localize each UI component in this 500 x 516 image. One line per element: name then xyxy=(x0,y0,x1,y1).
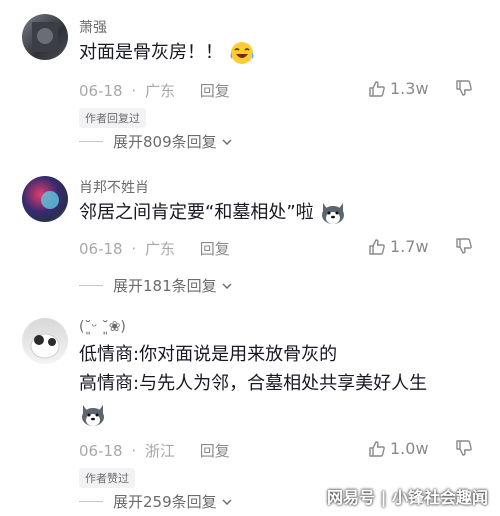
comment-meta: 06-18 · 广东 回复 xyxy=(79,80,234,101)
laughing-tears-emoji xyxy=(230,42,254,64)
thumbs-down-icon xyxy=(456,80,472,96)
avatar-image xyxy=(32,22,58,52)
comment-date: 06-18 xyxy=(79,442,123,460)
like-count: 1.3w xyxy=(390,79,429,98)
comment-text-content: 对面是骨灰房！！ xyxy=(79,42,223,63)
author-replied-tag: 作者回复过 xyxy=(79,108,146,128)
husky-dog-emoji xyxy=(82,405,104,426)
like-button[interactable]: 1.0w xyxy=(368,439,429,458)
chevron-down-icon xyxy=(222,139,232,145)
comment-item: 萧强 对面是骨灰房！！ 06-18 · 广东 回复 1.3w 作者回复过 展开8… xyxy=(0,0,500,160)
comment-item: 肖邦不姓肖 邻居之间肯定要“和墓相处”啦 06-18 · 广东 回复 1.7w … xyxy=(0,160,500,305)
expand-replies-button[interactable]: 展开259条回复 xyxy=(79,491,233,512)
reply-button[interactable]: 回复 xyxy=(200,240,230,258)
comment-username[interactable]: (˘͈ᵕ ˘͈❀) xyxy=(79,319,126,335)
chevron-down-icon xyxy=(222,499,232,505)
thumbs-down-icon xyxy=(456,440,472,456)
reply-button[interactable]: 回复 xyxy=(200,82,230,100)
expand-divider xyxy=(79,141,103,142)
watermark: 网易号 | 小锋社会趣闻 xyxy=(327,488,488,507)
comment-username[interactable]: 肖邦不姓肖 xyxy=(79,177,149,197)
comment-meta: 06-18 · 浙江 回复 xyxy=(79,440,234,461)
comment-text-line-2: 高情商:与先人为邻，合墓相处共享美好人生 xyxy=(79,373,428,394)
avatar[interactable] xyxy=(22,176,68,222)
comment-date: 06-18 xyxy=(79,240,123,258)
author-liked-tag: 作者赞过 xyxy=(79,468,135,488)
comment-dot: · xyxy=(131,442,137,460)
dislike-button[interactable] xyxy=(455,237,473,259)
comment-text-content: 邻居之间肯定要“和墓相处”啦 xyxy=(79,202,314,223)
comment-meta: 06-18 · 广东 回复 xyxy=(79,238,234,259)
comment-dot: · xyxy=(131,82,137,100)
expand-replies-label: 展开809条回复 xyxy=(113,133,217,151)
like-button[interactable]: 1.3w xyxy=(368,79,429,98)
expand-replies-label: 展开181条回复 xyxy=(113,277,217,295)
comment-date: 06-18 xyxy=(79,82,123,100)
avatar-image xyxy=(41,191,59,209)
avatar[interactable] xyxy=(22,318,68,364)
avatar-image xyxy=(30,333,60,359)
comment-location: 浙江 xyxy=(144,442,175,460)
like-count: 1.0w xyxy=(390,439,429,458)
comment-username[interactable]: 萧强 xyxy=(79,17,107,37)
expand-replies-button[interactable]: 展开181条回复 xyxy=(79,275,233,296)
thumbs-up-icon xyxy=(369,238,385,255)
reply-button[interactable]: 回复 xyxy=(200,442,230,460)
comment-location: 广东 xyxy=(144,82,175,100)
avatar[interactable] xyxy=(22,14,68,60)
expand-replies-button[interactable]: 展开809条回复 xyxy=(79,131,233,152)
like-count: 1.7w xyxy=(390,237,429,256)
comment-dot: · xyxy=(131,240,137,258)
comment-location: 广东 xyxy=(144,240,175,258)
expand-divider xyxy=(79,285,103,286)
chevron-down-icon xyxy=(222,283,232,289)
expand-divider xyxy=(79,501,103,502)
thumbs-up-icon xyxy=(369,80,385,97)
comment-text-line-1: 低情商:你对面说是用来放骨灰的 xyxy=(79,344,338,365)
dislike-button[interactable] xyxy=(455,439,473,461)
thumbs-down-icon xyxy=(456,238,472,254)
dislike-button[interactable] xyxy=(455,79,473,101)
comment-text: 邻居之间肯定要“和墓相处”啦 xyxy=(79,200,347,226)
thumbs-up-icon xyxy=(369,440,385,457)
husky-dog-emoji xyxy=(322,203,345,224)
expand-replies-label: 展开259条回复 xyxy=(113,493,217,511)
comment-text: 对面是骨灰房！！ xyxy=(79,40,255,66)
like-button[interactable]: 1.7w xyxy=(368,237,429,256)
